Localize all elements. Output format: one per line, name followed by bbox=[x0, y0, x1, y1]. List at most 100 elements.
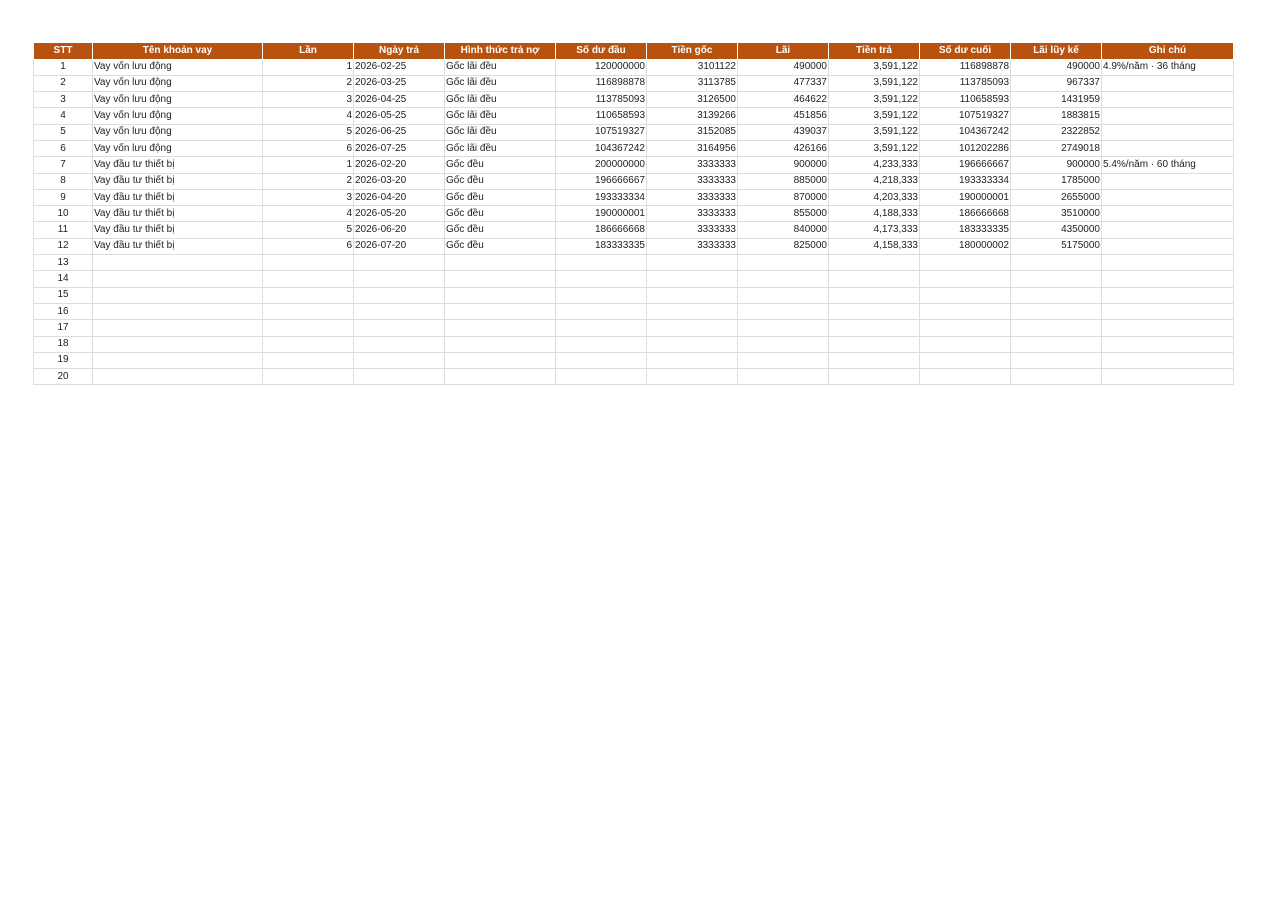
cell-opening-balance[interactable]: 104367242 bbox=[555, 139, 647, 158]
cell-repayment-method[interactable] bbox=[444, 319, 556, 337]
cell-loan-name[interactable] bbox=[92, 270, 263, 288]
cell-payment-amount[interactable] bbox=[828, 368, 920, 386]
cell-stt[interactable]: 11 bbox=[33, 221, 93, 239]
cell-payment-date[interactable]: 2026-07-20 bbox=[353, 237, 445, 256]
cell-payment-date[interactable] bbox=[353, 286, 445, 304]
cell-principal[interactable] bbox=[646, 368, 738, 386]
cell-principal[interactable]: 3152085 bbox=[646, 123, 738, 141]
cell-closing-balance[interactable]: 186666668 bbox=[919, 205, 1011, 223]
cell-stt[interactable]: 5 bbox=[33, 123, 93, 141]
cell-payment-amount[interactable] bbox=[828, 254, 920, 272]
cell-note[interactable] bbox=[1101, 123, 1234, 141]
cell-repayment-method[interactable] bbox=[444, 254, 556, 272]
cell-payment-date[interactable]: 2026-02-25 bbox=[353, 58, 445, 76]
cell-closing-balance[interactable]: 196666667 bbox=[919, 156, 1011, 174]
cell-note[interactable] bbox=[1101, 286, 1234, 304]
cell-note[interactable] bbox=[1101, 91, 1234, 109]
cell-cumulative-interest[interactable]: 5175000 bbox=[1010, 237, 1102, 256]
cell-repayment-method[interactable]: Gốc lãi đều bbox=[444, 91, 556, 109]
cell-stt[interactable]: 20 bbox=[33, 368, 93, 386]
cell-closing-balance[interactable] bbox=[919, 368, 1011, 386]
cell-loan-name[interactable] bbox=[92, 286, 263, 304]
cell-payment-date[interactable] bbox=[353, 335, 445, 353]
cell-note[interactable] bbox=[1101, 237, 1234, 256]
cell-interest[interactable]: 825000 bbox=[737, 237, 829, 256]
cell-cumulative-interest[interactable]: 490000 bbox=[1010, 58, 1102, 76]
cell-interest[interactable]: 840000 bbox=[737, 221, 829, 239]
cell-repayment-method[interactable]: Gốc đều bbox=[444, 205, 556, 223]
cell-cumulative-interest[interactable] bbox=[1010, 302, 1102, 321]
cell-principal[interactable]: 3333333 bbox=[646, 237, 738, 256]
cell-closing-balance[interactable] bbox=[919, 286, 1011, 304]
cell-loan-name[interactable] bbox=[92, 302, 263, 321]
cell-note[interactable]: 5.4%/năm · 60 tháng bbox=[1101, 156, 1234, 174]
cell-cumulative-interest[interactable]: 1785000 bbox=[1010, 172, 1102, 190]
cell-closing-balance[interactable]: 107519327 bbox=[919, 107, 1011, 125]
cell-closing-balance[interactable]: 180000002 bbox=[919, 237, 1011, 256]
cell-interest[interactable]: 490000 bbox=[737, 58, 829, 76]
cell-closing-balance[interactable] bbox=[919, 335, 1011, 353]
cell-opening-balance[interactable] bbox=[555, 302, 647, 321]
cell-opening-balance[interactable]: 193333334 bbox=[555, 188, 647, 207]
cell-repayment-method[interactable]: Gốc lãi đều bbox=[444, 107, 556, 125]
header-cumulative-interest[interactable]: Lãi lũy kế bbox=[1010, 43, 1102, 60]
cell-payment-date[interactable] bbox=[353, 368, 445, 386]
cell-cumulative-interest[interactable]: 2749018 bbox=[1010, 139, 1102, 158]
cell-payment-date[interactable]: 2026-05-25 bbox=[353, 107, 445, 125]
cell-payment-date[interactable]: 2026-03-25 bbox=[353, 74, 445, 93]
cell-closing-balance[interactable] bbox=[919, 351, 1011, 370]
cell-interest[interactable]: 426166 bbox=[737, 139, 829, 158]
cell-interest[interactable]: 464622 bbox=[737, 91, 829, 109]
cell-principal[interactable]: 3126500 bbox=[646, 91, 738, 109]
cell-payment-amount[interactable] bbox=[828, 335, 920, 353]
cell-note[interactable] bbox=[1101, 74, 1234, 93]
cell-cumulative-interest[interactable] bbox=[1010, 351, 1102, 370]
cell-installment-no[interactable] bbox=[262, 368, 354, 386]
cell-principal[interactable]: 3333333 bbox=[646, 205, 738, 223]
cell-principal[interactable]: 3333333 bbox=[646, 188, 738, 207]
cell-repayment-method[interactable] bbox=[444, 368, 556, 386]
cell-repayment-method[interactable]: Gốc đều bbox=[444, 172, 556, 190]
cell-stt[interactable]: 17 bbox=[33, 319, 93, 337]
cell-installment-no[interactable] bbox=[262, 335, 354, 353]
cell-stt[interactable]: 6 bbox=[33, 139, 93, 158]
cell-installment-no[interactable]: 4 bbox=[262, 205, 354, 223]
cell-stt[interactable]: 12 bbox=[33, 237, 93, 256]
cell-interest[interactable]: 451856 bbox=[737, 107, 829, 125]
cell-loan-name[interactable]: Vay đầu tư thiết bị bbox=[92, 221, 263, 239]
cell-principal[interactable]: 3333333 bbox=[646, 156, 738, 174]
cell-installment-no[interactable]: 3 bbox=[262, 188, 354, 207]
cell-opening-balance[interactable] bbox=[555, 368, 647, 386]
cell-closing-balance[interactable]: 101202286 bbox=[919, 139, 1011, 158]
cell-loan-name[interactable]: Vay vốn lưu động bbox=[92, 74, 263, 93]
cell-stt[interactable]: 13 bbox=[33, 254, 93, 272]
cell-installment-no[interactable]: 6 bbox=[262, 237, 354, 256]
cell-interest[interactable]: 439037 bbox=[737, 123, 829, 141]
cell-principal[interactable]: 3333333 bbox=[646, 172, 738, 190]
cell-payment-amount[interactable] bbox=[828, 270, 920, 288]
cell-installment-no[interactable] bbox=[262, 286, 354, 304]
cell-payment-amount[interactable]: 3,591,122 bbox=[828, 91, 920, 109]
cell-cumulative-interest[interactable]: 967337 bbox=[1010, 74, 1102, 93]
cell-closing-balance[interactable] bbox=[919, 270, 1011, 288]
cell-payment-amount[interactable]: 4,158,333 bbox=[828, 237, 920, 256]
cell-loan-name[interactable]: Vay đầu tư thiết bị bbox=[92, 205, 263, 223]
cell-loan-name[interactable]: Vay đầu tư thiết bị bbox=[92, 156, 263, 174]
header-payment-date[interactable]: Ngày trả bbox=[353, 43, 445, 60]
header-repayment-method[interactable]: Hình thức trả nợ bbox=[444, 43, 556, 60]
cell-opening-balance[interactable] bbox=[555, 351, 647, 370]
cell-cumulative-interest[interactable]: 3510000 bbox=[1010, 205, 1102, 223]
cell-payment-date[interactable]: 2026-07-25 bbox=[353, 139, 445, 158]
cell-note[interactable] bbox=[1101, 335, 1234, 353]
cell-repayment-method[interactable]: Gốc đều bbox=[444, 188, 556, 207]
cell-payment-amount[interactable]: 4,173,333 bbox=[828, 221, 920, 239]
cell-interest[interactable]: 855000 bbox=[737, 205, 829, 223]
cell-principal[interactable] bbox=[646, 335, 738, 353]
cell-principal[interactable] bbox=[646, 286, 738, 304]
cell-closing-balance[interactable] bbox=[919, 319, 1011, 337]
cell-payment-date[interactable] bbox=[353, 270, 445, 288]
cell-opening-balance[interactable]: 120000000 bbox=[555, 58, 647, 76]
cell-payment-amount[interactable]: 4,233,333 bbox=[828, 156, 920, 174]
cell-payment-date[interactable]: 2026-02-20 bbox=[353, 156, 445, 174]
cell-loan-name[interactable]: Vay đầu tư thiết bị bbox=[92, 172, 263, 190]
